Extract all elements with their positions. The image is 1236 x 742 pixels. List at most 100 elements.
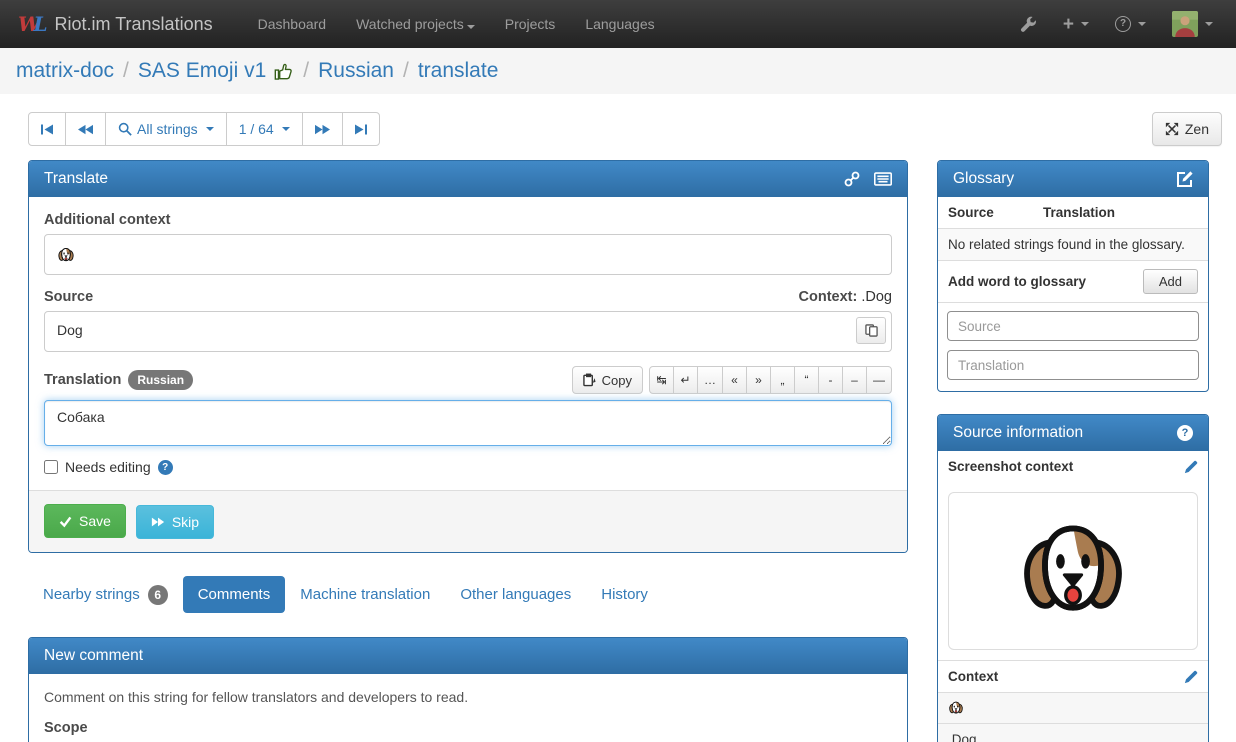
copy-button-label: Copy [602,373,632,388]
position-label: 1 / 64 [239,121,274,137]
add-word-label: Add word to glossary [948,274,1086,289]
needs-editing-checkbox[interactable] [44,460,58,474]
copy-to-translation-button[interactable]: Copy [572,366,643,394]
screenshot-image-box [948,492,1198,650]
tab-nearby-strings[interactable]: Nearby strings 6 [28,575,183,615]
skip-label: Skip [172,514,199,530]
nav-dashboard[interactable]: Dashboard [243,0,342,48]
filter-dropdown[interactable]: All strings [105,112,227,146]
navbar-menu: Dashboard Watched projects Projects Lang… [243,0,670,48]
edit-icon[interactable] [1177,171,1193,187]
insert-raquo-button[interactable]: » [746,366,771,394]
brand-title: Riot.im Translations [55,14,213,35]
top-navbar: WL Riot.im Translations Dashboard Watche… [0,0,1236,48]
context-row-header: Context [938,660,1208,692]
glossary-empty-message: No related strings found in the glossary… [938,229,1208,261]
glossary-header-icons [1177,171,1193,187]
breadcrumb-page[interactable]: translate [418,59,499,83]
help-icon[interactable]: ? [158,460,173,475]
keyboard-icon[interactable] [874,172,892,186]
skip-button[interactable]: Skip [136,505,214,539]
insert-tab-button[interactable]: ↹ [649,366,674,394]
chevron-down-icon [1138,22,1146,26]
additional-context-label: Additional context [44,212,892,228]
breadcrumb-language[interactable]: Russian [318,59,394,83]
nav-watched-projects[interactable]: Watched projects [341,0,490,48]
new-comment-title: New comment [44,647,143,665]
weblate-logo-icon: WL [18,14,48,34]
breadcrumb-project[interactable]: matrix-doc [16,59,114,83]
nav-projects[interactable]: Projects [490,0,571,48]
breadcrumb-separator: / [403,59,409,83]
glossary-header: Glossary [938,161,1208,197]
chevron-down-icon [206,127,214,131]
glossary-add-row: Add word to glossary Add [938,261,1208,303]
breadcrumb: matrix-doc / SAS Emoji v1 / Russian / tr… [0,48,1236,94]
tab-comments[interactable]: Comments [183,576,286,613]
plus-icon: + [1063,15,1074,34]
link-icon[interactable] [844,171,860,187]
glossary-add-button[interactable]: Add [1143,269,1198,294]
first-string-button[interactable] [28,112,66,146]
chevron-down-icon [1081,22,1089,26]
zen-label: Zen [1185,121,1209,137]
check-icon [59,515,72,528]
insert-emdash-button[interactable]: — [866,366,892,394]
translation-textarea[interactable]: Собака [44,400,892,446]
avatar [1172,11,1198,37]
translation-toolbar: Copy ↹ ↵ … « » „ “ - – — [572,366,892,394]
user-menu-button[interactable] [1159,11,1226,37]
glossary-translation-input[interactable] [947,350,1199,380]
copy-source-button[interactable] [856,317,886,344]
translate-panel-body: Additional context Source Context: .Dog … [29,197,907,490]
insert-low-quote-button[interactable]: „ [770,366,795,394]
app-brand[interactable]: WL Riot.im Translations [10,14,221,35]
left-column: Translate Additional context Source Cont… [28,160,908,742]
admin-tools-button[interactable] [1007,16,1050,33]
pagination-group: All strings 1 / 64 [28,112,380,146]
previous-string-button[interactable] [65,112,106,146]
language-badge: Russian [128,370,193,390]
insert-hyphen-button[interactable]: - [818,366,843,394]
add-menu-button[interactable]: + [1050,15,1102,34]
pencil-icon[interactable] [1184,460,1198,474]
insert-high-quote-button[interactable]: “ [794,366,819,394]
nav-languages[interactable]: Languages [570,0,669,48]
insert-laquo-button[interactable]: « [722,366,747,394]
last-string-button[interactable] [342,112,380,146]
insert-newline-button[interactable]: ↵ [673,366,698,394]
needs-editing-label: Needs editing [65,459,151,475]
comment-description: Comment on this string for fellow transl… [44,689,892,705]
save-button[interactable]: Save [44,504,126,538]
insert-endash-button[interactable]: – [842,366,867,394]
help-menu-button[interactable]: ? [1102,16,1159,32]
breadcrumb-component[interactable]: SAS Emoji v1 [138,59,266,83]
glossary-source-input[interactable] [947,311,1199,341]
glossary-table-header: Source Translation [938,197,1208,229]
tab-history[interactable]: History [586,576,663,613]
breadcrumb-separator: / [123,59,129,83]
tab-nearby-label: Nearby strings [43,586,140,603]
step-backward-icon [41,124,53,135]
source-label-row: Source Context: .Dog [44,289,892,305]
new-comment-panel: New comment Comment on this string for f… [28,637,908,742]
screenshot-context-label: Screenshot context [948,459,1073,474]
tab-other-languages[interactable]: Other languages [445,576,586,613]
source-info-header: Source information ? [938,415,1208,451]
pencil-icon[interactable] [1184,670,1198,684]
insert-ellipsis-button[interactable]: … [697,366,723,394]
breadcrumb-separator: / [303,59,309,83]
dog-emoji-icon [57,247,75,263]
tab-machine-translation[interactable]: Machine translation [285,576,445,613]
context-label: Context: [799,289,858,305]
new-comment-body: Comment on this string for fellow transl… [29,674,907,742]
special-chars-group: ↹ ↵ … « » „ “ - – — [649,366,892,394]
zen-mode-button[interactable]: Zen [1152,112,1222,146]
dog-screenshot-image [1015,521,1131,621]
position-dropdown[interactable]: 1 / 64 [226,112,303,146]
glossary-panel: Glossary Source Translation No related s… [937,160,1209,392]
backward-icon [78,124,93,135]
help-icon[interactable]: ? [1177,425,1193,441]
context-section-label: Context [948,669,998,684]
next-string-button[interactable] [302,112,343,146]
